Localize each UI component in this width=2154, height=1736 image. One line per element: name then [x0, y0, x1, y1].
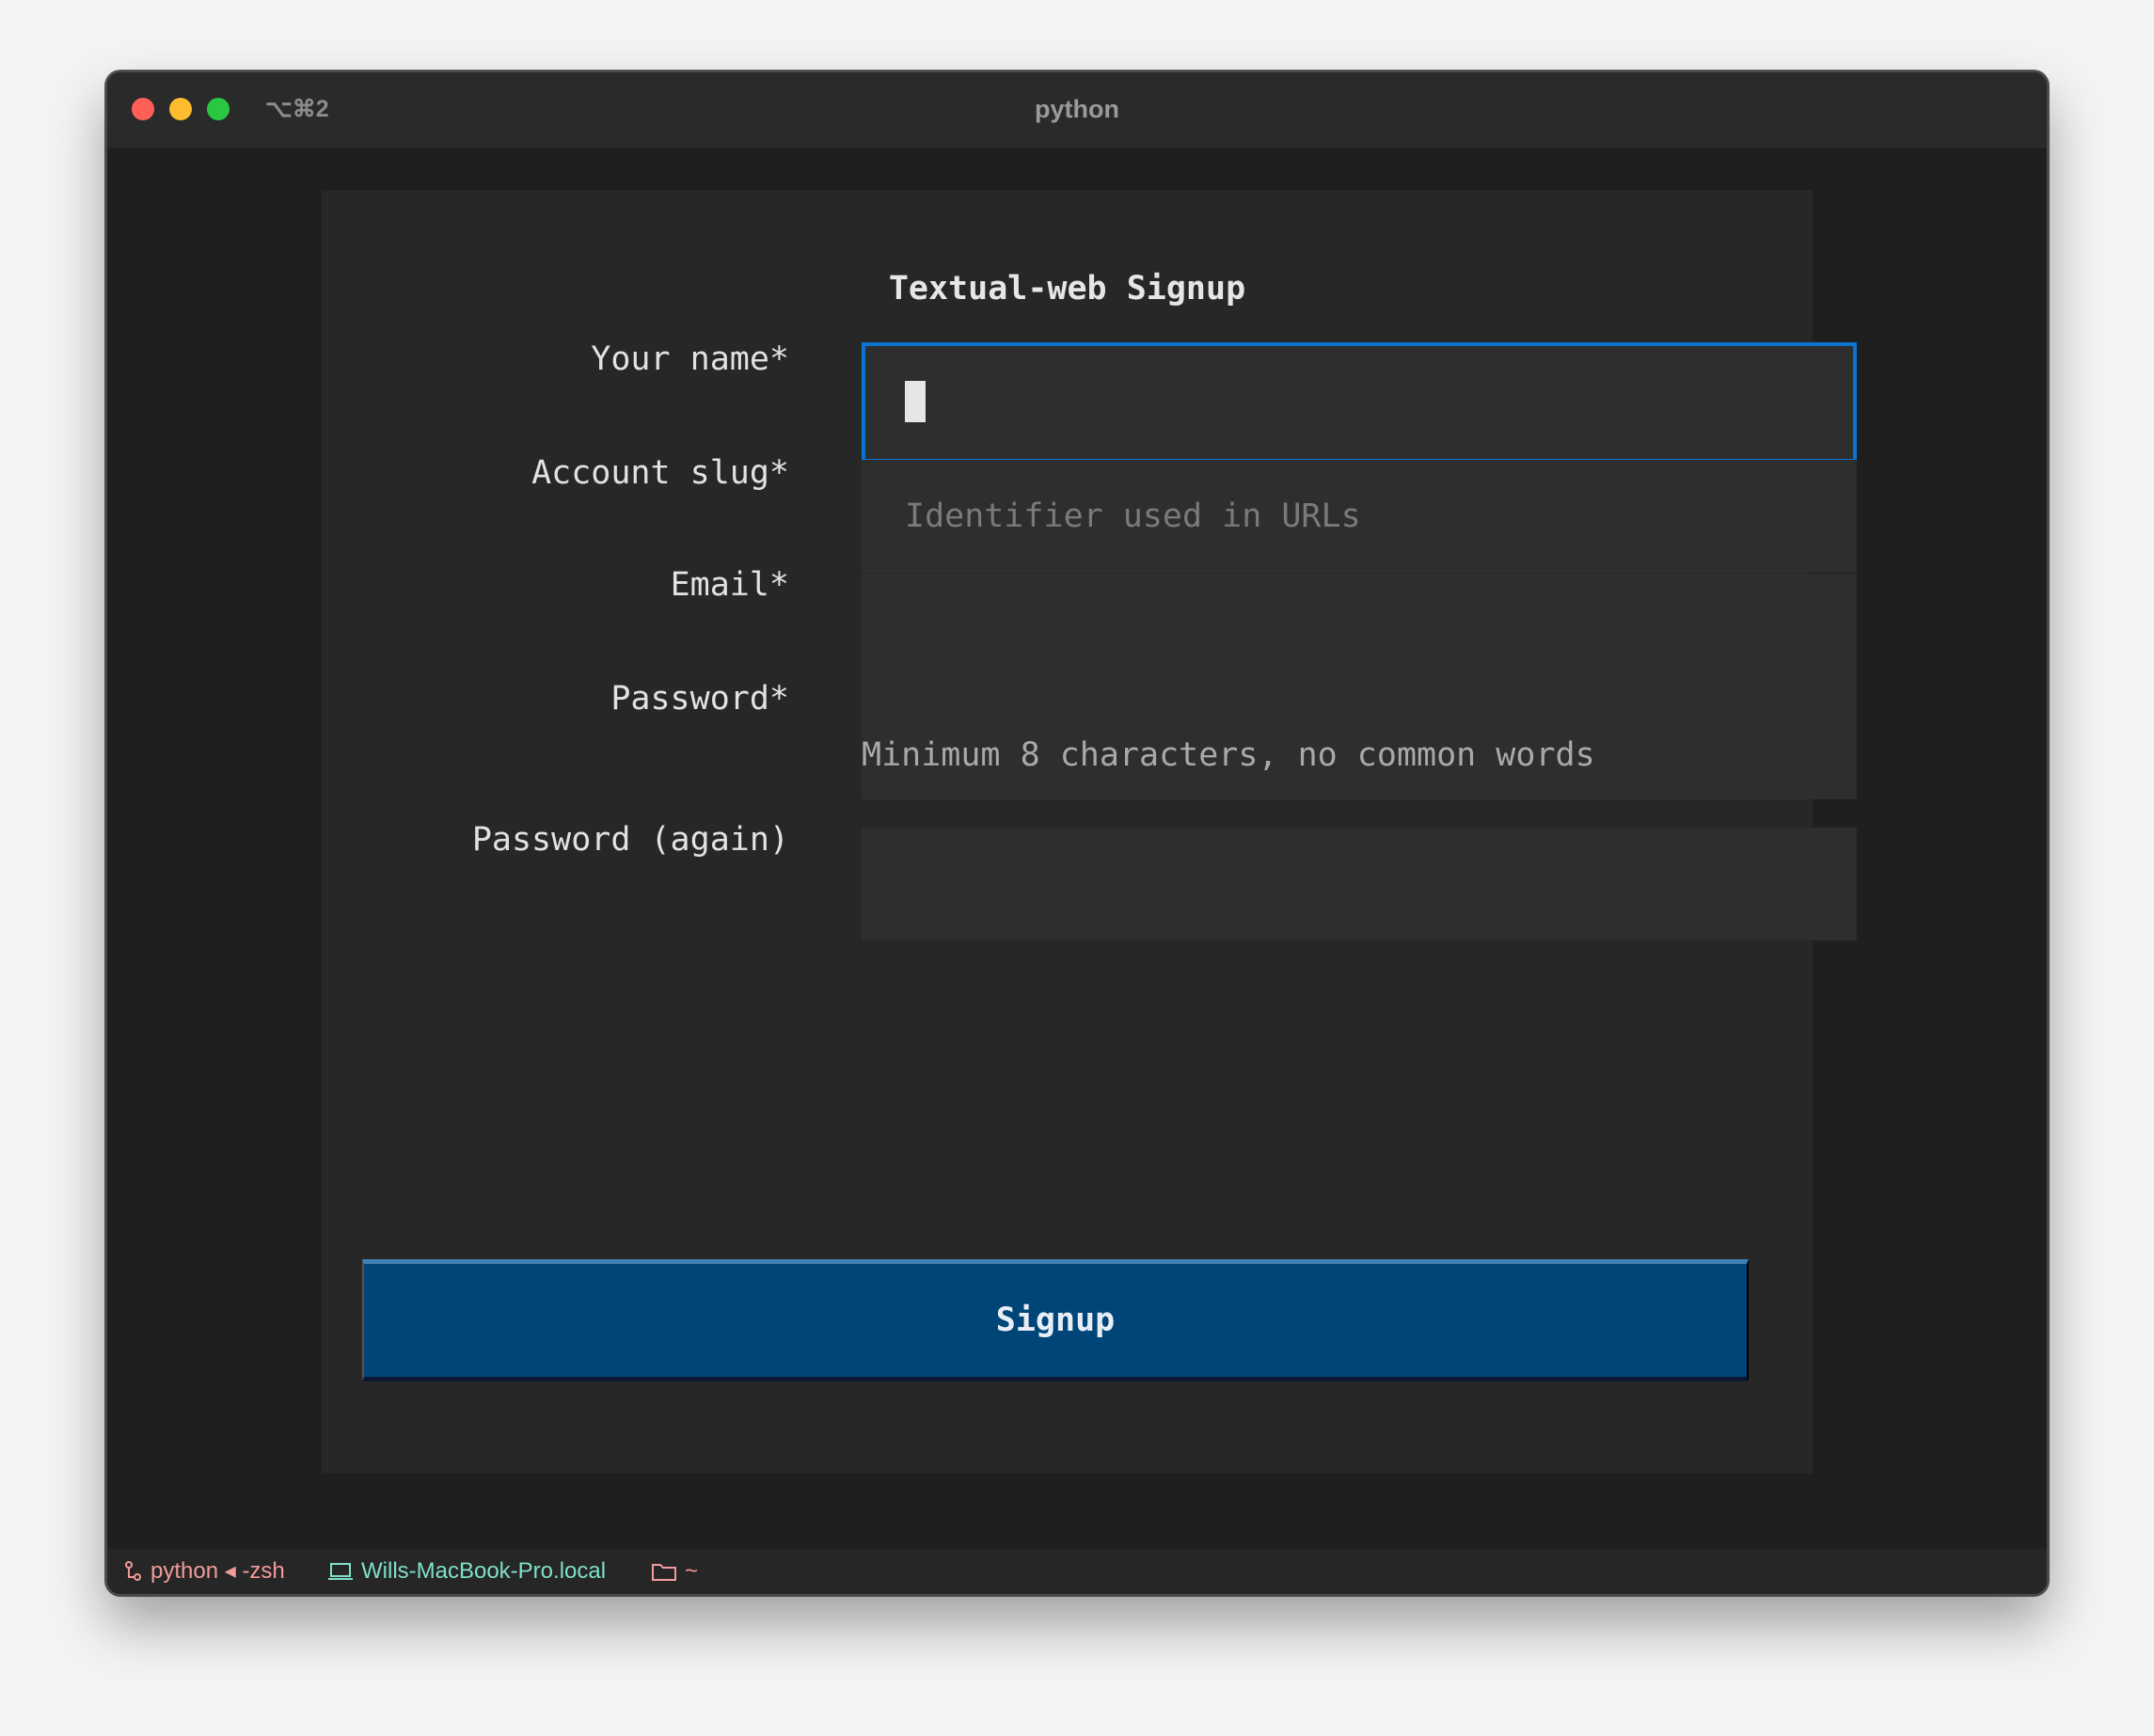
signup-button[interactable]: Signup	[362, 1259, 1749, 1381]
account-slug-input[interactable]	[862, 460, 1857, 573]
text-cursor	[905, 381, 926, 422]
status-host: Wills-MacBook-Pro.local	[327, 1549, 606, 1594]
status-directory: ~	[651, 1549, 698, 1594]
your-name-input[interactable]	[862, 342, 1857, 463]
folder-icon	[652, 1564, 676, 1581]
window-title: python	[1035, 95, 1119, 123]
status-process: python ◂ -zsh	[124, 1549, 285, 1594]
laptop-icon	[328, 1563, 353, 1580]
account-slug-label: Account slug*	[531, 454, 789, 492]
password-hint: Minimum 8 characters, no common words	[862, 736, 1595, 774]
directory-name: ~	[685, 1558, 699, 1584]
process-tree-icon	[125, 1561, 141, 1581]
email-input[interactable]	[862, 574, 1857, 687]
password-label: Password*	[610, 680, 789, 718]
host-name: Wills-MacBook-Pro.local	[361, 1558, 607, 1584]
form-title: Textual-web Signup	[888, 270, 1246, 308]
email-label: Email*	[670, 566, 789, 604]
terminal-window: ⌥⌘2 python Textual-web Signup Your name*…	[105, 71, 2049, 1596]
password-again-label: Password (again)	[471, 821, 789, 859]
title-bar: ⌥⌘2 python	[107, 72, 2047, 148]
signup-dialog: Textual-web Signup Your name* Account sl…	[322, 190, 1857, 1474]
password-again-input[interactable]	[862, 828, 1857, 940]
process-name: python ◂ -zsh	[150, 1558, 285, 1584]
your-name-label: Your name*	[591, 340, 789, 378]
status-bar: python ◂ -zsh Wills-MacBook-Pro.local ~	[107, 1549, 2047, 1594]
